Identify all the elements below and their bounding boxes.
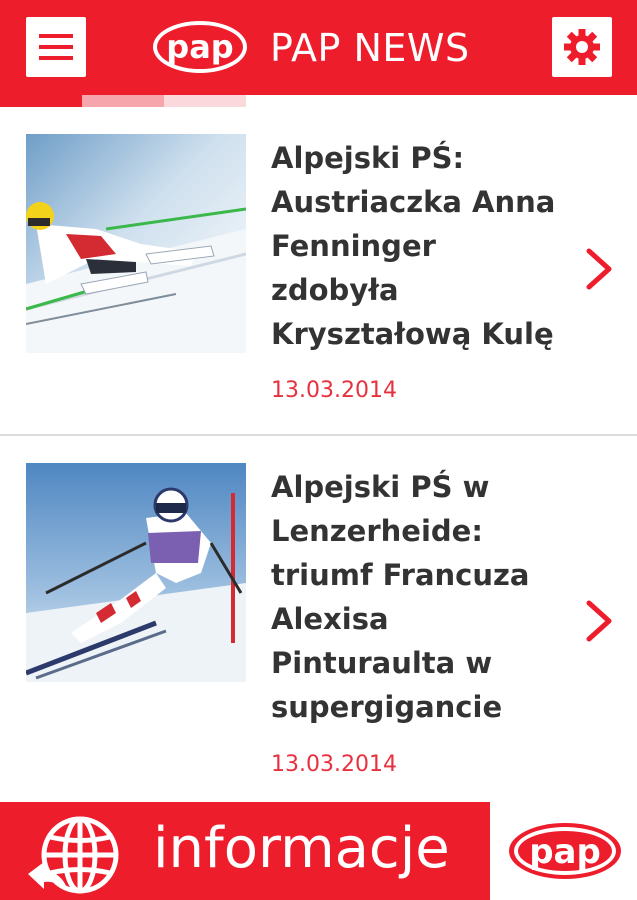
- app-title: PAP NEWS: [270, 26, 470, 70]
- hamburger-menu-icon-bar: [39, 45, 73, 49]
- chevron-right-icon[interactable]: [584, 247, 614, 291]
- news-headline[interactable]: Alpejski PŚ: Austriaczka Anna Fenninger …: [271, 136, 571, 356]
- news-item[interactable]: Alpejski PŚ w Lenzerheide: triumf Francu…: [0, 438, 637, 802]
- tab-strip: [0, 95, 637, 107]
- news-item[interactable]: Alpejski PŚ: Austriaczka Anna Fenninger …: [0, 107, 637, 436]
- footer-logo-text: pap: [529, 832, 601, 872]
- hamburger-menu-icon: [39, 34, 73, 38]
- footer-banner[interactable]: informacje pap: [0, 802, 637, 900]
- news-list: Alpejski PŚ: Austriaczka Anna Fenninger …: [0, 107, 637, 802]
- logo-text: pap: [166, 28, 233, 66]
- footer-label: informacje: [153, 816, 450, 881]
- settings-button[interactable]: [552, 17, 612, 77]
- globe-icon: [28, 816, 119, 894]
- news-thumbnail: [26, 134, 246, 353]
- tab-strip-track: [246, 95, 637, 107]
- chevron-right-icon[interactable]: [584, 599, 614, 643]
- news-thumbnail: [26, 463, 246, 682]
- pap-logo: pap: [150, 18, 250, 76]
- gear-icon: [564, 29, 600, 65]
- menu-button[interactable]: [26, 17, 86, 77]
- tab-indicator-2[interactable]: [164, 95, 246, 107]
- app-header: pap PAP NEWS: [0, 0, 637, 95]
- footer-logo: pap: [488, 802, 637, 900]
- news-date: 13.03.2014: [271, 752, 397, 777]
- hamburger-menu-icon-bar: [39, 56, 73, 60]
- news-date: 13.03.2014: [271, 378, 397, 403]
- news-headline[interactable]: Alpejski PŚ w Lenzerheide: triumf Francu…: [271, 465, 571, 729]
- tab-indicator-1[interactable]: [82, 95, 164, 107]
